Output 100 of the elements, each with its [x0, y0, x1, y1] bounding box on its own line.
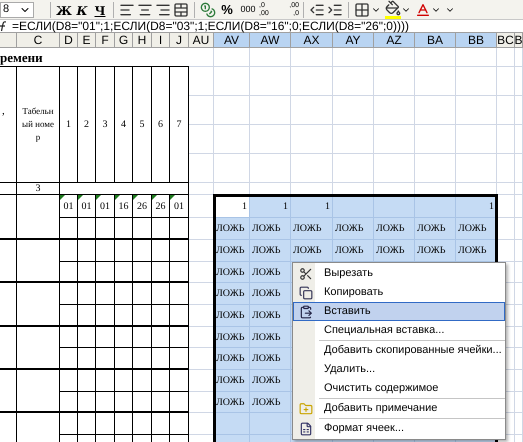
- currency-button[interactable]: [199, 0, 217, 18]
- table-cell: [0, 195, 17, 240]
- table-cell: [60, 305, 78, 327]
- table-cell: [152, 327, 170, 348]
- table-cell: [170, 327, 189, 348]
- italic-button[interactable]: К: [73, 2, 91, 18]
- column-header: AV: [214, 33, 250, 48]
- table-cell: [214, 48, 250, 67]
- day-number: 7: [176, 118, 182, 132]
- menu-item[interactable]: Удалить...: [293, 360, 505, 379]
- table-cell: [214, 154, 250, 183]
- table-cell: [17, 370, 60, 413]
- table-cell-text: ЛОЖЬ: [293, 244, 322, 258]
- table-cell: [115, 370, 133, 392]
- table-cell: [60, 348, 78, 370]
- table-cell: [78, 327, 96, 348]
- column-header: E: [78, 33, 96, 48]
- menu-item[interactable]: Вставить: [293, 302, 505, 321]
- percent-button[interactable]: %: [217, 0, 237, 20]
- table-cell: [133, 348, 152, 370]
- table-cell-text: 26: [156, 200, 166, 214]
- table-cell: [415, 125, 456, 154]
- table-cell: [78, 305, 96, 327]
- table-cell: [250, 96, 291, 125]
- table-cell: [60, 283, 78, 305]
- menu-item[interactable]: Очистить содержимое: [293, 379, 505, 398]
- table-cell-text: ЛОЖЬ: [335, 244, 364, 258]
- table-cell: [78, 262, 96, 283]
- table-cell-text: 01: [64, 200, 74, 214]
- menu-item[interactable]: Формат ячеек...: [293, 419, 505, 438]
- scissors-icon: [299, 266, 313, 280]
- table-cell-text: ЛОЖЬ: [293, 222, 322, 236]
- table-cell: [60, 392, 78, 413]
- table-cell: [497, 154, 515, 183]
- table-cell: [0, 240, 17, 283]
- bold-button[interactable]: Ж: [55, 2, 73, 18]
- table-cell: [333, 48, 374, 67]
- table-cell: [152, 392, 170, 413]
- table-cell: [133, 305, 152, 327]
- table-cell: [497, 67, 515, 96]
- table-cell: [96, 392, 115, 413]
- menu-item[interactable]: Специальная вставка...: [293, 321, 505, 340]
- column-header: BC: [497, 33, 515, 48]
- table-cell: [189, 154, 214, 183]
- table-cell: [189, 183, 214, 195]
- menu-item[interactable]: Добавить скопированные ячейки...: [293, 341, 505, 360]
- table-cell: [0, 283, 17, 327]
- column-header: H: [133, 33, 152, 48]
- table-cell: [291, 154, 333, 183]
- copy-icon: [299, 286, 313, 300]
- menu-item[interactable]: Вырезать: [293, 264, 505, 283]
- table-cell: [17, 327, 60, 370]
- table-cell: [497, 96, 515, 125]
- table-cell: [250, 154, 291, 183]
- table-cell: [214, 67, 250, 96]
- table-cell: [214, 125, 250, 154]
- table-cell: [170, 262, 189, 283]
- table-cell: [60, 262, 78, 283]
- table-cell: [78, 392, 96, 413]
- table-cell: [333, 96, 374, 125]
- table-cell: [0, 370, 17, 413]
- table-cell: [60, 240, 78, 262]
- header-text: Табельный номер: [21, 105, 55, 144]
- table-cell: [189, 125, 214, 154]
- table-cell: [374, 154, 415, 183]
- table-cell: [170, 370, 189, 392]
- table-cell: [497, 125, 515, 154]
- table-cell: [214, 96, 250, 125]
- table-cell-text: 26: [137, 200, 147, 214]
- table-cell: [96, 240, 115, 262]
- day-number: 6: [158, 118, 163, 132]
- table-cell: [170, 392, 189, 413]
- table-cell: [152, 240, 170, 262]
- table-cell: [170, 348, 189, 370]
- table-cell: [96, 283, 115, 305]
- borders-button[interactable]: [353, 0, 371, 18]
- column-header: G: [115, 33, 133, 48]
- table-cell-text: ЛОЖЬ: [252, 266, 280, 280]
- table-cell: [78, 370, 96, 392]
- menu-item[interactable]: Копировать: [293, 283, 505, 302]
- table-cell: [115, 413, 133, 435]
- thousands-button[interactable]: 000: [237, 2, 259, 16]
- formula-field[interactable]: =ЕСЛИ(D8="01";1;ЕСЛИ(D8="03";1;ЕСЛИ(D8="16";0;ЕСЛИ(D8="26";0)))): [12, 20, 409, 32]
- table-cell-text: ЛОЖЬ: [216, 222, 244, 236]
- font-size-field[interactable]: 8: [0, 2, 34, 18]
- table-cell: [152, 305, 170, 327]
- table-cell: [415, 96, 456, 125]
- column-header: D: [60, 33, 78, 48]
- table-cell: [189, 67, 214, 96]
- table-cell-text: ЛОЖЬ: [216, 309, 244, 323]
- column-header: AW: [250, 33, 291, 48]
- underline-button[interactable]: Ч: [91, 2, 109, 18]
- font-color-button[interactable]: [415, 2, 431, 18]
- table-cell-text: ЛОЖЬ: [252, 330, 280, 344]
- column-header: AY: [333, 33, 374, 48]
- menu-item[interactable]: Добавить примечание: [293, 399, 505, 418]
- table-cell: [333, 67, 374, 96]
- function-icon: [0, 20, 6, 32]
- table-cell-text: ЛОЖЬ: [376, 244, 404, 258]
- merge-cells-button[interactable]: [172, 0, 190, 18]
